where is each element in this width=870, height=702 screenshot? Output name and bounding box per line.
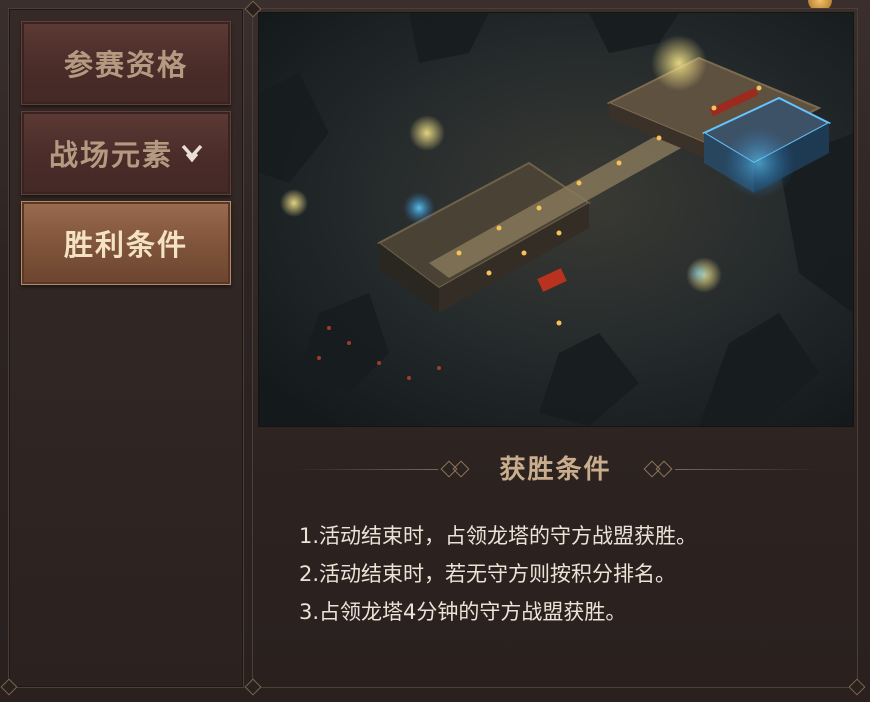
victory-rules-list: 1.活动结束时，占领龙塔的守方战盟获胜。 2.活动结束时，若无守方则按积分排名。… bbox=[299, 517, 819, 631]
tab-battlefield-elements[interactable]: 战场元素 bbox=[21, 111, 231, 195]
tab-label: 参赛资格 bbox=[63, 48, 188, 82]
frame-corner-ornament bbox=[848, 678, 866, 696]
event-info-window: 参赛资格 战场元素 胜利条件 获胜条件 1.活动结束时，占领龙塔的守方战盟获胜。… bbox=[0, 0, 870, 702]
rule-item: 2.活动结束时，若无守方则按积分排名。 bbox=[299, 562, 677, 586]
tab-victory-conditions[interactable]: 胜利条件 bbox=[21, 201, 231, 285]
content-panel: 获胜条件 1.活动结束时，占领龙塔的守方战盟获胜。 2.活动结束时，若无守方则按… bbox=[244, 0, 866, 696]
rule-item: 1.活动结束时，占领龙塔的守方战盟获胜。 bbox=[299, 524, 698, 548]
tab-entry-qualification[interactable]: 参赛资格 bbox=[21, 21, 231, 105]
heading-title: 获胜条件 bbox=[499, 455, 612, 485]
heading-divider-right bbox=[675, 469, 818, 470]
sidebar: 参赛资格 战场元素 胜利条件 bbox=[0, 8, 244, 696]
frame-corner-ornament bbox=[244, 678, 262, 696]
rule-item: 3.占领龙塔4分钟的守方战盟获胜。 bbox=[299, 600, 627, 624]
frame-corner-ornament bbox=[0, 678, 18, 696]
chevron-down-double-icon bbox=[181, 144, 203, 163]
battlefield-map-image bbox=[258, 12, 854, 427]
tab-label: 胜利条件 bbox=[63, 228, 188, 262]
map-illustration bbox=[259, 13, 853, 426]
tab-label: 战场元素 bbox=[48, 138, 173, 172]
section-heading: 获胜条件 bbox=[293, 449, 818, 489]
